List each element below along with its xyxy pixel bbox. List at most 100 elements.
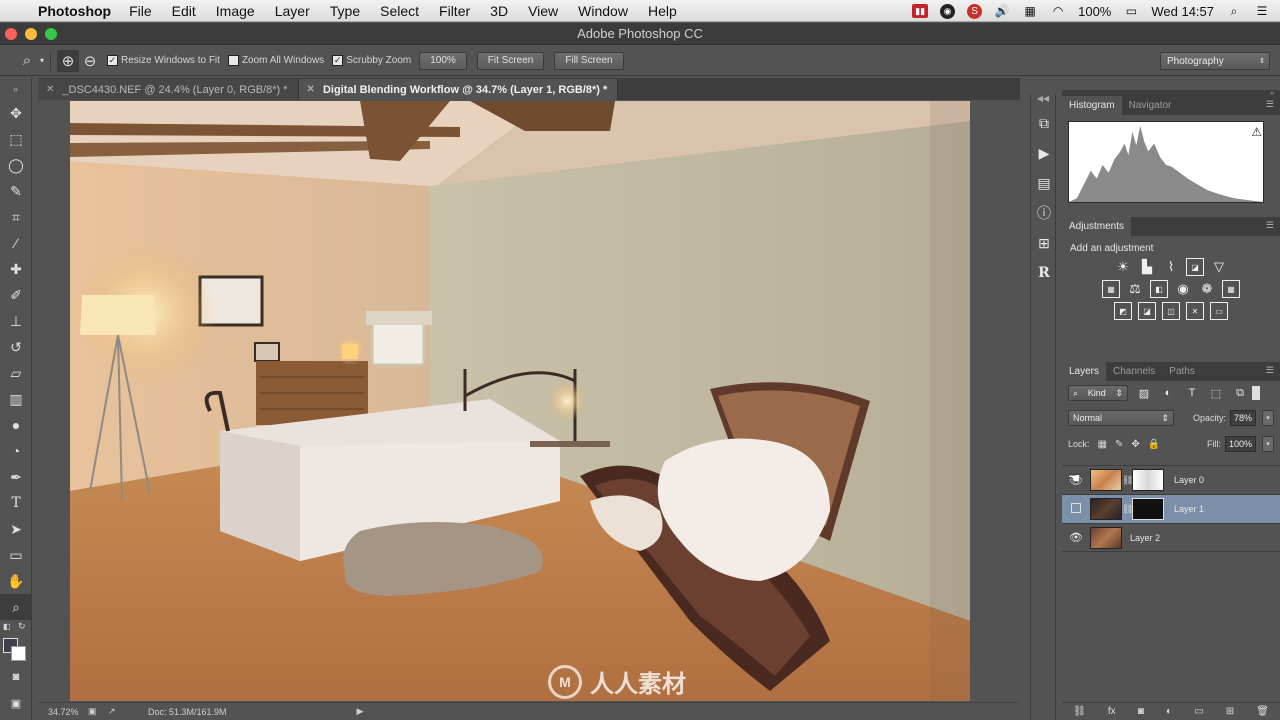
filter-type-icon[interactable]: T — [1184, 386, 1200, 400]
filter-toggle[interactable] — [1252, 386, 1260, 400]
filter-smart-object-icon[interactable]: ⧉ — [1232, 386, 1248, 400]
tool-presets-icon[interactable]: ⊞ — [1031, 228, 1057, 258]
background-color-swatch[interactable] — [11, 646, 26, 661]
tab-layers[interactable]: Layers — [1062, 362, 1107, 381]
zoom-tool-preset-icon[interactable]: ⌕ — [16, 50, 38, 72]
resize-windows-checkbox[interactable]: ✓ Resize Windows to Fit — [107, 55, 220, 66]
layer-thumbnail[interactable] — [1090, 498, 1122, 520]
minimize-window-button[interactable] — [25, 28, 37, 40]
layer-style-fx-icon[interactable]: fx — [1108, 706, 1116, 717]
pen-tool-icon[interactable]: ✒ — [0, 464, 32, 490]
menu-view[interactable]: View — [528, 3, 558, 19]
crop-tool-icon[interactable]: ⌗ — [0, 204, 32, 230]
battery-percent[interactable]: 100% — [1078, 4, 1111, 19]
status-menu-arrow-icon[interactable]: ▶ — [357, 706, 364, 717]
brush-presets-icon[interactable]: ▤ — [1031, 168, 1057, 198]
layer-row-layer-0[interactable]: 👁 ⛓ Layer 0 — [1062, 465, 1280, 494]
link-layers-icon[interactable]: ⛓ — [1073, 706, 1086, 717]
menu-3d[interactable]: 3D — [490, 3, 508, 19]
hue-saturation-icon[interactable]: ▦ — [1102, 280, 1120, 298]
filmstrip-icon[interactable]: ▮▮ — [912, 4, 929, 18]
menu-filter[interactable]: Filter — [439, 3, 470, 19]
filter-shape-icon[interactable]: ⬚ — [1208, 386, 1224, 400]
panel-menu-icon[interactable]: ☰ — [1266, 220, 1274, 231]
chevron-down-icon[interactable]: ▾ — [40, 56, 44, 65]
close-tab-icon[interactable]: ✕ — [307, 84, 315, 95]
eyedropper-tool-icon[interactable]: ⁄ — [0, 230, 32, 256]
hand-tool-icon[interactable]: ✋ — [0, 568, 32, 594]
menu-file[interactable]: File — [129, 3, 152, 19]
visibility-eye-icon[interactable]: 👁 — [1062, 531, 1090, 544]
fill-screen-button[interactable]: Fill Screen — [554, 51, 624, 70]
close-window-button[interactable] — [5, 28, 17, 40]
zoom-percentage[interactable]: 34.72% — [38, 707, 88, 717]
opacity-input[interactable]: 78% — [1229, 410, 1256, 426]
layer-name[interactable]: Layer 2 — [1130, 533, 1160, 543]
delete-layer-icon[interactable]: 🗑 — [1256, 706, 1269, 717]
proof-icon[interactable]: ▣ — [88, 706, 108, 717]
curves-icon[interactable]: ⌇ — [1162, 258, 1180, 276]
menu-help[interactable]: Help — [648, 3, 677, 19]
new-adjustment-layer-icon[interactable]: ◐ — [1166, 706, 1172, 717]
gradient-map-icon[interactable]: ▭ — [1210, 302, 1228, 320]
invert-icon[interactable]: ◩ — [1114, 302, 1132, 320]
default-colors-icon[interactable]: ◧ — [3, 622, 11, 631]
swap-colors-icon[interactable]: ↻ — [18, 621, 26, 632]
lasso-tool-icon[interactable]: ◯ — [0, 152, 32, 178]
menu-type[interactable]: Type — [330, 3, 360, 19]
zoom-out-icon[interactable]: ⊖ — [79, 50, 101, 72]
screen-mode-icon[interactable]: ▣ — [0, 690, 32, 716]
zoom-window-button[interactable] — [45, 28, 57, 40]
lock-transparency-icon[interactable]: ▦ — [1098, 439, 1107, 450]
new-group-icon[interactable]: ▭ — [1194, 706, 1203, 717]
brightness-contrast-icon[interactable]: ☀ — [1114, 258, 1132, 276]
layer-thumbnail[interactable] — [1090, 469, 1122, 491]
close-tab-icon[interactable]: ✕ — [46, 84, 54, 95]
info-panel-icon[interactable]: ⓘ — [1031, 198, 1057, 228]
eraser-tool-icon[interactable]: ▱ — [0, 360, 32, 386]
menu-app-name[interactable]: Photoshop — [38, 3, 111, 19]
document-image[interactable] — [70, 101, 970, 701]
tab-channels[interactable]: Channels — [1106, 362, 1162, 381]
filter-pixel-icon[interactable]: ▨ — [1136, 386, 1152, 400]
zoom-tool-icon[interactable]: ⌕ — [0, 594, 32, 620]
layer-name[interactable]: Layer 0 — [1174, 475, 1204, 485]
marquee-tool-icon[interactable]: ⬚ — [0, 126, 32, 152]
menubar-clock[interactable]: Wed 14:57 — [1151, 4, 1214, 19]
zoom-in-icon[interactable]: ⊕ — [57, 49, 80, 72]
tab-paths[interactable]: Paths — [1162, 362, 1202, 381]
fill-slider-arrow-icon[interactable]: ▾ — [1262, 436, 1274, 452]
scrubby-zoom-checkbox[interactable]: ✓ Scrubby Zoom — [332, 55, 411, 66]
threshold-icon[interactable]: ◫ — [1162, 302, 1180, 320]
tab-dsc4430[interactable]: ✕ _DSC4430.NEF @ 24.4% (Layer 0, RGB/8*)… — [38, 79, 299, 100]
tab-digital-blending[interactable]: ✕ Digital Blending Workflow @ 34.7% (Lay… — [298, 79, 619, 100]
mask-link-icon[interactable]: ⛓ — [1122, 475, 1133, 486]
brush-tool-icon[interactable]: ✐ — [0, 282, 32, 308]
workspace-switcher[interactable]: Photography ⇕ — [1160, 52, 1270, 70]
fill-input[interactable]: 100% — [1224, 436, 1256, 452]
move-tool-icon[interactable]: ✥ — [0, 100, 32, 126]
exposure-icon[interactable]: ◪ — [1186, 258, 1204, 276]
tab-adjustments[interactable]: Adjustments — [1062, 217, 1132, 236]
battery-icon[interactable]: ▭ — [1123, 4, 1139, 18]
layer-row-layer-1[interactable]: ⛓ Layer 1 — [1062, 494, 1280, 523]
layer-kind-filter[interactable]: ⌕ Kind ⇕ — [1068, 385, 1128, 401]
dock-collapse-icon[interactable]: ◀◀ — [1031, 94, 1055, 108]
color-swatches[interactable]: ◧ ↻ — [0, 620, 32, 661]
zoom-all-windows-checkbox[interactable]: Zoom All Windows — [227, 55, 324, 66]
lock-all-icon[interactable]: 🔒 — [1148, 439, 1160, 450]
visibility-empty-box[interactable] — [1062, 502, 1090, 516]
layer-mask-thumbnail[interactable] — [1132, 498, 1164, 520]
actions-panel-icon[interactable]: ▶ — [1031, 138, 1057, 168]
lock-position-icon[interactable]: ✥ — [1131, 439, 1139, 450]
tab-histogram[interactable]: Histogram — [1062, 96, 1122, 115]
color-balance-icon[interactable]: ⚖ — [1126, 280, 1144, 298]
menu-select[interactable]: Select — [380, 3, 419, 19]
panel-menu-icon[interactable]: ☰ — [1266, 365, 1274, 376]
keyboard-icon[interactable]: ▦ — [1022, 4, 1038, 18]
layer-row-layer-2[interactable]: 👁 Layer 2 — [1062, 523, 1280, 552]
gradient-tool-icon[interactable]: ▥ — [0, 386, 32, 412]
doc-size-info[interactable]: Doc: 51.3M/161.9M — [148, 707, 227, 717]
tab-navigator[interactable]: Navigator — [1122, 96, 1179, 115]
selective-color-icon[interactable]: ✕ — [1186, 302, 1204, 320]
